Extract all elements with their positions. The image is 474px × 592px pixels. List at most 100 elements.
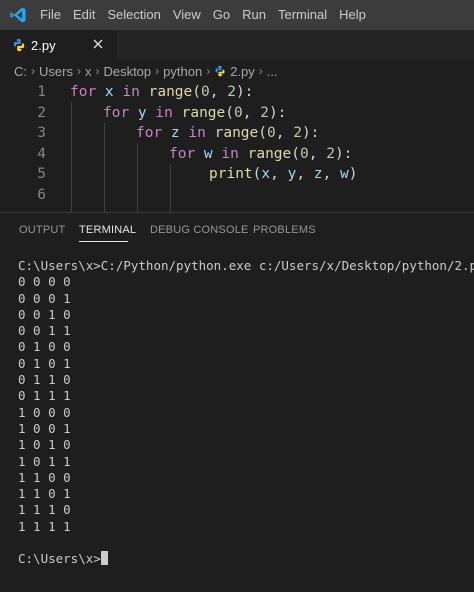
terminal-cursor [100, 551, 108, 566]
terminal-output-line: 1 1 0 0 [18, 469, 71, 485]
code-token: , [209, 84, 228, 100]
code-token: in [155, 104, 173, 121]
code-token: ( [258, 125, 267, 141]
menu-terminal[interactable]: Terminal [272, 0, 333, 30]
terminal-output-line: 1 1 0 1 [18, 486, 71, 502]
code-text: for x in range(0, 2): [70, 82, 253, 103]
code-token: range [247, 145, 292, 162]
breadcrumb: C: › Users › x › Desktop › python › 2.py… [0, 60, 474, 82]
code-token: 2 [227, 84, 236, 100]
code-line[interactable]: 4 for w in range(0, 2): [0, 144, 474, 165]
menu-bar: File Edit Selection View Go Run Terminal… [0, 0, 474, 30]
code-line[interactable]: 5 print(x, y, z, w) [0, 164, 474, 185]
code-line[interactable]: 2 for y in range(0, 2): [0, 103, 474, 124]
terminal-prompt-line[interactable]: C:\Users\x> [18, 551, 474, 567]
tab-label: 2.py [31, 37, 56, 53]
terminal-output-line: 0 1 0 0 [18, 339, 71, 355]
code-token: ( [291, 145, 300, 162]
chevron-right-icon: › [155, 64, 160, 78]
chevron-right-icon: › [76, 64, 81, 78]
code-token: 0 [300, 145, 309, 162]
code-text: for w in range(0, 2): [169, 144, 352, 165]
terminal-output-line: 0 0 0 0 [18, 274, 71, 290]
line-number: 5 [37, 166, 46, 182]
breadcrumb-item[interactable]: Users [39, 64, 73, 79]
code-token: w [340, 166, 349, 182]
tab-debug-console[interactable]: DEBUG CONSOLE [150, 224, 249, 236]
terminal-output-line: 0 0 0 1 [18, 290, 71, 306]
terminal-output-line: 1 0 1 0 [18, 437, 71, 453]
code-token: , [322, 166, 340, 182]
menu-view[interactable]: View [167, 0, 207, 30]
code-token: ( [192, 84, 201, 100]
menu-selection[interactable]: Selection [101, 0, 166, 30]
tab-output[interactable]: OUTPUT [19, 224, 65, 236]
code-line[interactable]: 6 [0, 185, 474, 206]
bottom-panel: OUTPUT TERMINAL DEBUG CONSOLE PROBLEMS C… [0, 212, 474, 592]
menu-go[interactable]: Go [207, 0, 236, 30]
terminal-output[interactable]: C:\Users\x>C:/Python/python.exe c:/Users… [18, 258, 474, 568]
code-token: range [214, 125, 259, 141]
breadcrumb-item[interactable]: x [85, 64, 92, 79]
terminal-output-line: 1 1 1 1 [18, 518, 71, 534]
code-token: ( [225, 104, 234, 121]
chevron-right-icon: › [95, 64, 100, 78]
panel-tabs: OUTPUT TERMINAL DEBUG CONSOLE PROBLEMS [0, 213, 474, 247]
code-token: ): [268, 104, 287, 121]
code-token: 0 [234, 104, 243, 121]
terminal-output-line: 1 0 1 1 [18, 453, 71, 469]
breadcrumb-item[interactable]: 2.py [230, 64, 255, 79]
tab-problems[interactable]: PROBLEMS [253, 224, 316, 236]
breadcrumb-item[interactable]: C: [14, 64, 27, 79]
terminal-output-line: 0 1 1 1 [18, 388, 71, 404]
terminal-output-line: 0 0 1 1 [18, 323, 71, 339]
breadcrumb-item[interactable]: Desktop [103, 64, 151, 79]
tab-2-py[interactable]: 2.py [0, 30, 117, 60]
code-token: x [261, 166, 271, 182]
code-token: ): [235, 84, 254, 100]
python-file-icon [215, 65, 225, 77]
code-token: 0 [267, 125, 276, 141]
active-tab-indicator [79, 241, 128, 242]
code-token: for [169, 145, 196, 162]
code-line[interactable] [0, 205, 474, 212]
line-number: 2 [37, 104, 46, 121]
code-token: ): [334, 145, 353, 162]
code-token: z [162, 125, 189, 141]
code-token: in [122, 84, 140, 100]
code-token: print [209, 166, 253, 182]
breadcrumb-item[interactable]: python [163, 64, 202, 79]
code-token: ) [348, 166, 358, 182]
code-token: in [221, 145, 239, 162]
line-number: 4 [37, 145, 46, 162]
close-icon[interactable] [91, 37, 105, 51]
terminal-output-line: 0 1 1 0 [18, 372, 71, 388]
code-text: print(x, y, z, w) [209, 164, 357, 185]
line-number: 1 [37, 84, 46, 100]
menu-help[interactable]: Help [333, 0, 372, 30]
editor-tab-bar: 2.py [0, 30, 474, 60]
code-line[interactable]: 1 for x in range(0, 2): [0, 82, 474, 103]
code-token: in [188, 125, 206, 141]
python-file-icon [13, 38, 25, 52]
menu-edit[interactable]: Edit [67, 0, 101, 30]
code-token: , [270, 166, 288, 182]
code-token: x [96, 84, 123, 100]
chevron-right-icon: › [31, 64, 35, 78]
tab-terminal[interactable]: TERMINAL [79, 224, 136, 236]
code-token: 2 [326, 145, 335, 162]
menu-file[interactable]: File [36, 0, 67, 30]
code-token: , [308, 145, 327, 162]
menu-run[interactable]: Run [236, 0, 272, 30]
code-editor[interactable]: 1 for x in range(0, 2): 2 for y in range(0,… [0, 82, 474, 212]
code-line[interactable]: 3 for z in range(0, 2): [0, 123, 474, 144]
terminal-output-line: 1 1 1 0 [18, 502, 71, 518]
breadcrumb-item[interactable]: ... [267, 64, 278, 79]
vscode-logo-icon[interactable] [0, 0, 36, 30]
line-number: 6 [37, 186, 46, 203]
line-number: 3 [37, 125, 46, 141]
code-text: for z in range(0, 2): [136, 123, 319, 144]
